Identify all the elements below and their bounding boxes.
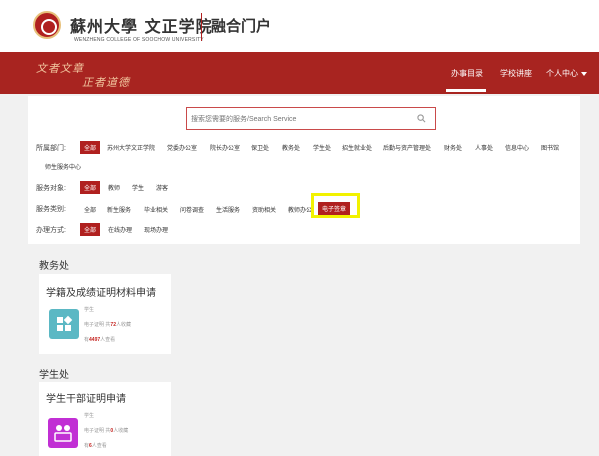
dept-option[interactable]: 人事处: [475, 143, 493, 152]
header-divider: [201, 13, 202, 41]
category-option[interactable]: 资助相关: [252, 205, 276, 214]
service-card-title[interactable]: 学生干部证明申请: [46, 390, 126, 405]
dept-option[interactable]: 院长办公室: [210, 143, 240, 152]
portal-title: 融合门户: [211, 18, 272, 35]
nav-item-personal-center-label: 个人中心: [546, 69, 578, 78]
favorites-suffix: 人收藏: [113, 428, 129, 434]
views-count: 4497: [89, 337, 101, 343]
service-type-favorites: 电子证明 共0人收藏: [84, 427, 128, 434]
dept-option[interactable]: 保卫处: [251, 143, 269, 152]
category-option[interactable]: 全部: [84, 205, 96, 214]
dept-option[interactable]: 全部: [80, 141, 101, 154]
service-card-title[interactable]: 学籍及成绩证明材料申请: [46, 284, 156, 299]
service-audience: 学生: [84, 413, 95, 419]
section-title: 教务处: [39, 261, 69, 272]
dept-option[interactable]: 信息中心: [505, 143, 529, 152]
mode-filter-label: 办理方式:: [36, 227, 66, 234]
dept-option[interactable]: 苏州大学文正学院: [107, 143, 155, 152]
mode-option[interactable]: 在线办理: [108, 225, 132, 234]
target-option[interactable]: 教师: [108, 183, 120, 192]
service-type-favorites: 电子证明 共72人收藏: [84, 321, 131, 328]
service-type: 电子证明: [84, 428, 105, 434]
service-audience: 学生: [84, 307, 95, 313]
team-icon: [48, 418, 78, 448]
service-views: 有6人查看: [84, 442, 107, 449]
dept-option[interactable]: 图书馆: [541, 143, 559, 152]
dept-option[interactable]: 学生处: [313, 143, 331, 152]
search-bar[interactable]: [186, 107, 436, 130]
favorites-suffix: 人收藏: [115, 322, 131, 328]
service-views: 有4497人查看: [84, 336, 115, 343]
chevron-down-icon: [581, 71, 587, 76]
dept-option[interactable]: 招生就业处: [342, 143, 372, 152]
category-option[interactable]: 毕业相关: [144, 205, 168, 214]
nav-item-personal-center[interactable]: 个人中心: [546, 68, 587, 79]
dept-option[interactable]: 党委办公室: [167, 143, 197, 152]
views-suffix: 人查看: [100, 337, 116, 343]
nav-active-indicator: [446, 89, 486, 92]
search-icon[interactable]: [417, 114, 426, 123]
college-logo-icon[interactable]: [33, 11, 61, 39]
motto-line-1: 文者文章: [36, 62, 84, 75]
target-option[interactable]: 全部: [80, 181, 101, 194]
category-option[interactable]: 问卷调查: [180, 205, 204, 214]
highlight-box: [311, 193, 360, 218]
target-filter-label: 服务对象:: [36, 185, 66, 192]
nav-item-service-catalog[interactable]: 办事目录: [451, 68, 483, 79]
dept-option[interactable]: 教务处: [282, 143, 300, 152]
college-name: 蘇州大學 文正学院: [70, 17, 213, 36]
document-grid-icon: [49, 309, 79, 339]
dept-option[interactable]: 师生服务中心: [45, 162, 81, 171]
dept-option[interactable]: 财务处: [444, 143, 462, 152]
search-input[interactable]: [191, 113, 411, 125]
nav-item-lectures[interactable]: 学校讲座: [500, 68, 532, 79]
service-type: 电子证明: [84, 322, 105, 328]
motto-line-2: 正者道德: [82, 76, 130, 89]
category-filter-label: 服务类别:: [36, 206, 66, 213]
dept-option[interactable]: 后勤与资产管理处: [383, 143, 431, 152]
mode-option[interactable]: 全部: [80, 223, 101, 236]
category-option[interactable]: 教师办公: [288, 205, 312, 214]
category-option[interactable]: 新生服务: [107, 205, 131, 214]
section-title: 学生处: [39, 370, 69, 381]
target-option[interactable]: 学生: [132, 183, 144, 192]
dept-filter-label: 所属部门:: [36, 145, 66, 152]
target-option[interactable]: 游客: [156, 183, 168, 192]
views-suffix: 人查看: [91, 443, 107, 449]
mode-option[interactable]: 现场办理: [144, 225, 168, 234]
category-option[interactable]: 生活服务: [216, 205, 240, 214]
college-name-en: WENZHENG COLLEGE OF SOOCHOW UNIVERSITY: [74, 37, 204, 43]
